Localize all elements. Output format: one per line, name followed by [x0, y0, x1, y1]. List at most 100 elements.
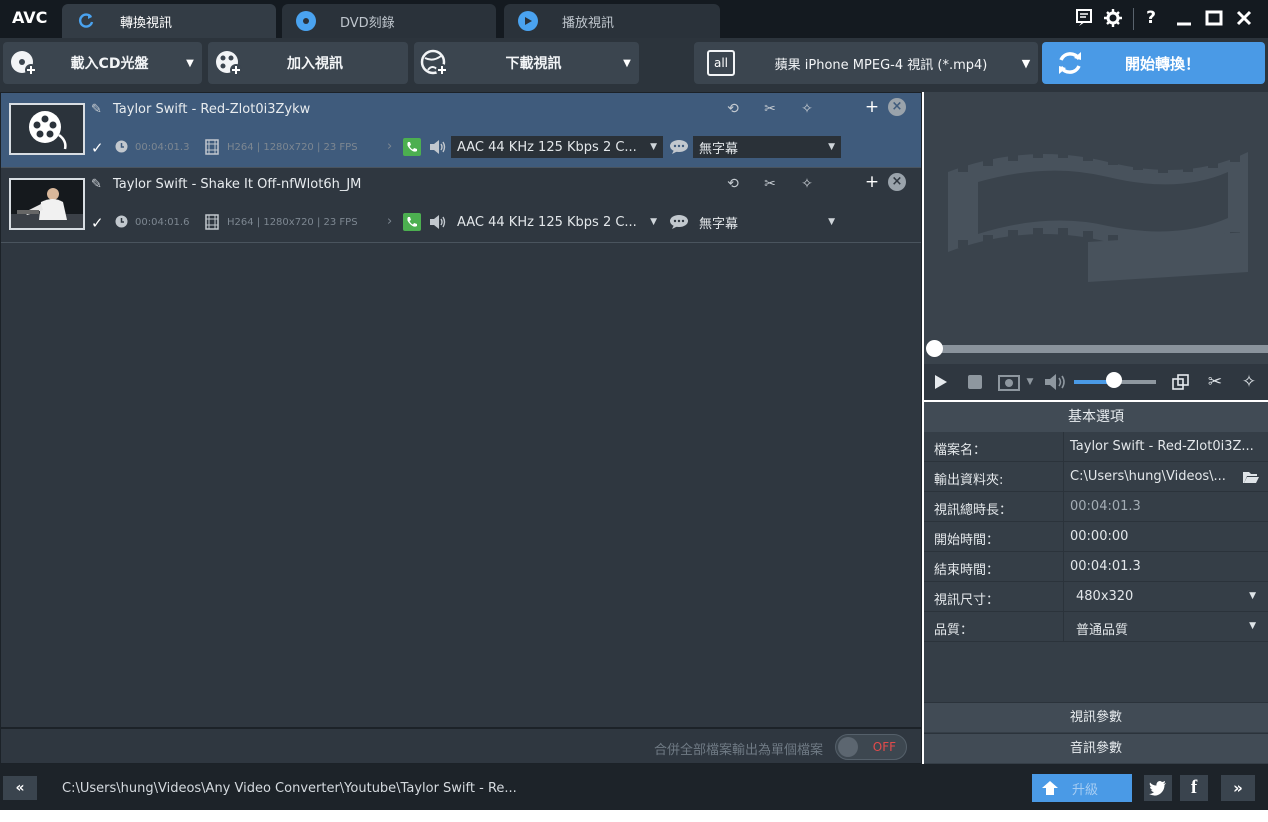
- option-row-duration: 視訊總時長： 00:04:01.3: [924, 492, 1268, 522]
- collapse-button[interactable]: «: [3, 776, 37, 800]
- start-convert-button[interactable]: 開始轉換！: [1042, 42, 1265, 84]
- merge-toggle[interactable]: OFF: [835, 734, 907, 760]
- expand-button[interactable]: »: [1221, 775, 1255, 801]
- add-icon[interactable]: +: [862, 172, 882, 192]
- seek-bar[interactable]: [924, 340, 1268, 364]
- scissors-icon[interactable]: ✂: [760, 176, 780, 196]
- option-value[interactable]: C:\Users\hung\Videos\...: [1070, 469, 1226, 484]
- chevron-down-icon[interactable]: ▼: [178, 58, 202, 69]
- stop-icon[interactable]: [964, 370, 986, 394]
- download-video-button[interactable]: 下載視訊 ▼: [414, 42, 639, 84]
- clock-icon: [115, 140, 128, 156]
- add-video-button[interactable]: 加入視訊: [208, 42, 408, 84]
- option-key: 視訊總時長：: [934, 503, 1013, 518]
- option-row-end-time[interactable]: 結束時間： 00:04:01.3: [924, 552, 1268, 582]
- chevron-down-icon[interactable]: ▼: [615, 58, 639, 69]
- option-key: 結束時間：: [934, 563, 1000, 578]
- seek-track[interactable]: [932, 345, 1268, 353]
- file-checkbox[interactable]: ✓: [91, 139, 107, 157]
- volume-knob[interactable]: [1106, 372, 1122, 388]
- option-row-video-size[interactable]: 視訊尺寸： 480x320 ▼: [924, 582, 1268, 612]
- tab-play-video[interactable]: 播放視訊: [504, 4, 720, 38]
- scissors-icon[interactable]: ✂: [760, 101, 780, 121]
- file-title[interactable]: Taylor Swift - Shake It Off-nfWlot6h_JM: [113, 177, 361, 192]
- audio-track-select[interactable]: AAC 44 KHz 125 Kbps 2 C... ▼: [451, 136, 663, 158]
- player-controls: ▼ ✂ ✧: [924, 364, 1268, 400]
- remove-icon[interactable]: ×: [888, 98, 906, 116]
- option-value[interactable]: 00:04:01.3: [1070, 559, 1141, 574]
- add-icon[interactable]: +: [862, 97, 882, 117]
- edit-pencil-icon[interactable]: ✎: [91, 102, 102, 117]
- sync-icon[interactable]: ⟲: [723, 101, 743, 121]
- refresh-icon: [1050, 48, 1090, 78]
- toggle-knob: [838, 737, 858, 757]
- subtitle-select[interactable]: 無字幕 ▼: [693, 211, 841, 233]
- remove-icon[interactable]: ×: [888, 173, 906, 191]
- subtitle-bubble-icon: [669, 214, 689, 234]
- folder-open-icon[interactable]: [1242, 470, 1260, 488]
- option-value[interactable]: Taylor Swift - Red-Zlot0i3Z...: [1070, 439, 1254, 454]
- option-value[interactable]: 普通品質: [1076, 619, 1128, 638]
- help-button[interactable]: ?: [1139, 6, 1163, 30]
- magic-wand-icon[interactable]: ✧: [797, 101, 817, 121]
- twitter-icon[interactable]: [1144, 775, 1172, 801]
- options-panel: 基本選項 檔案名： Taylor Swift - Red-Zlot0i3Z...…: [924, 402, 1268, 764]
- volume-icon[interactable]: [1042, 370, 1072, 394]
- load-cd-label: 載入CD光盤: [70, 56, 149, 72]
- feedback-icon[interactable]: [1072, 6, 1096, 30]
- seek-knob[interactable]: [926, 340, 943, 357]
- sync-icon[interactable]: ⟲: [723, 176, 743, 196]
- speaker-icon: [429, 139, 447, 159]
- option-row-output-folder[interactable]: 輸出資料夾: C:\Users\hung\Videos\...: [924, 462, 1268, 492]
- option-divider: [1063, 522, 1064, 552]
- chevron-down-icon[interactable]: ▼: [1249, 621, 1256, 631]
- tab-label: 轉換視訊: [120, 15, 173, 31]
- option-value[interactable]: 480x320: [1076, 589, 1133, 604]
- video-params-header[interactable]: 視訊參數: [924, 702, 1268, 732]
- gear-icon[interactable]: [1101, 6, 1125, 30]
- options-header: 基本選項: [924, 402, 1268, 432]
- file-checkbox[interactable]: ✓: [91, 214, 107, 232]
- magic-wand-icon[interactable]: ✧: [797, 176, 817, 196]
- load-cd-button[interactable]: 載入CD光盤 ▼: [3, 42, 202, 84]
- video-info: H264 | 1280x720 | 23 FPS: [227, 217, 358, 228]
- audio-params-header[interactable]: 音訊參數: [924, 733, 1268, 763]
- chevron-down-icon[interactable]: ▼: [1249, 591, 1256, 601]
- chevron-down-icon: ▼: [828, 217, 835, 227]
- maximize-button[interactable]: [1202, 6, 1226, 30]
- chevron-down-icon: ▼: [650, 217, 657, 227]
- tab-label: DVD刻錄: [340, 15, 395, 31]
- snapshot-icon[interactable]: [996, 370, 1022, 394]
- upgrade-button[interactable]: 升級: [1032, 774, 1132, 802]
- table-row[interactable]: ✎ Taylor Swift - Shake It Off-nfWlot6h_J…: [1, 168, 921, 243]
- output-profile-select[interactable]: all 蘋果 iPhone MPEG-4 視訊 (*.mp4) ▼: [694, 42, 1038, 84]
- option-row-quality[interactable]: 品質： 普通品質 ▼: [924, 612, 1268, 642]
- tab-convert-video[interactable]: 轉換視訊: [62, 4, 276, 38]
- option-row-start-time[interactable]: 開始時間： 00:00:00: [924, 522, 1268, 552]
- minimize-button[interactable]: [1172, 6, 1196, 30]
- magic-wand-icon[interactable]: ✧: [1238, 370, 1260, 394]
- option-divider: [1063, 552, 1064, 582]
- facebook-icon[interactable]: f: [1180, 775, 1208, 801]
- download-video-label: 下載視訊: [505, 56, 562, 72]
- output-path: C:\Users\hung\Videos\Any Video Converter…: [62, 781, 517, 796]
- close-button[interactable]: [1232, 6, 1256, 30]
- subtitle-bubble-icon: [669, 139, 689, 159]
- file-title[interactable]: Taylor Swift - Red-Zlot0i3Zykw: [113, 102, 310, 117]
- audio-track-select[interactable]: AAC 44 KHz 125 Kbps 2 C... ▼: [451, 211, 663, 233]
- scissors-icon[interactable]: ✂: [1204, 370, 1226, 394]
- option-key: 視訊尺寸：: [934, 593, 1000, 608]
- edit-pencil-icon[interactable]: ✎: [91, 177, 102, 192]
- option-row-filename[interactable]: 檔案名： Taylor Swift - Red-Zlot0i3Z...: [924, 432, 1268, 462]
- copy-icon[interactable]: [1170, 370, 1192, 394]
- option-key: 開始時間：: [934, 533, 1000, 548]
- tab-dvd-burn[interactable]: DVD刻錄: [282, 4, 496, 38]
- film-add-icon: [212, 46, 246, 80]
- add-video-label: 加入視訊: [287, 56, 343, 72]
- chevron-down-icon[interactable]: ▼: [1024, 370, 1036, 394]
- chevron-down-icon: ▼: [828, 142, 835, 152]
- subtitle-select[interactable]: 無字幕 ▼: [693, 136, 841, 158]
- table-row[interactable]: ✎ Taylor Swift - Red-Zlot0i3Zykw ✓ 00:04…: [1, 93, 921, 168]
- option-value[interactable]: 00:00:00: [1070, 529, 1128, 544]
- play-icon[interactable]: [930, 370, 952, 394]
